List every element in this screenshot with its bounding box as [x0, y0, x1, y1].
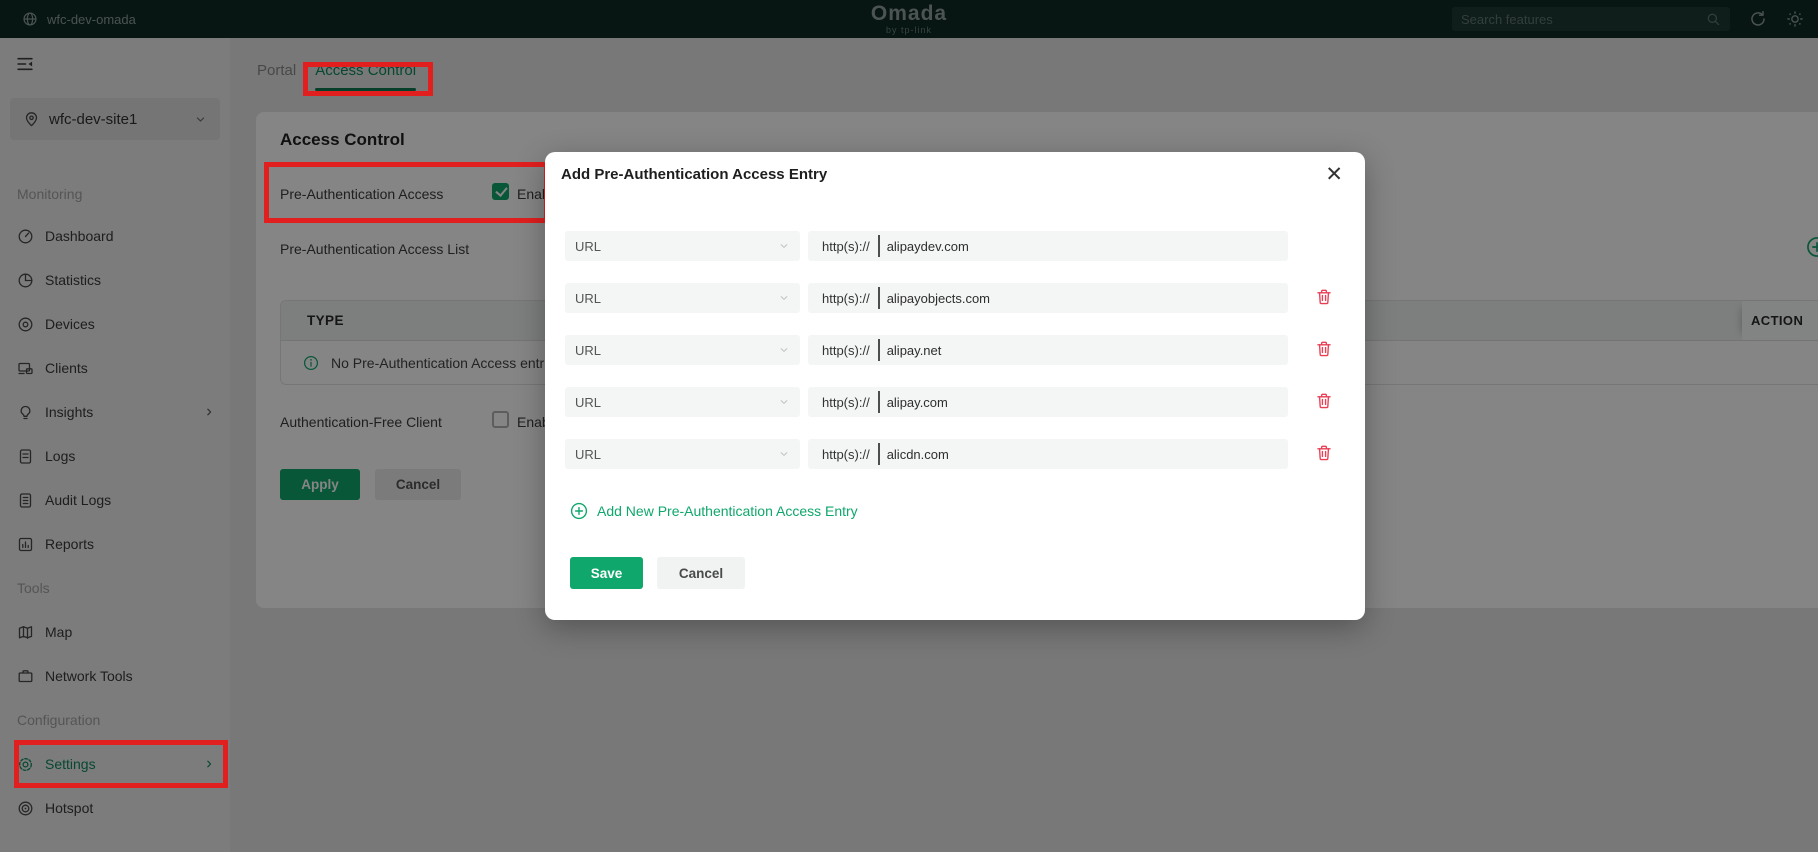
url-value: alipay.com — [886, 394, 948, 410]
entry-type-select[interactable]: URL — [565, 335, 800, 365]
chevron-down-icon — [778, 344, 790, 356]
plus-circle-icon — [570, 502, 588, 520]
chevron-down-icon — [778, 396, 790, 408]
entry-type-select[interactable]: URL — [565, 439, 800, 469]
entry-type-value: URL — [575, 446, 602, 462]
access-entry-row: URL http(s):// alipayobjects.com — [565, 283, 1345, 313]
url-prefix: http(s):// — [822, 446, 870, 462]
chevron-down-icon — [778, 448, 790, 460]
access-entry-row: URL http(s):// alipay.net — [565, 335, 1345, 365]
entry-url-input[interactable]: http(s):// alipay.com — [808, 387, 1288, 417]
save-button[interactable]: Save — [570, 557, 643, 589]
url-value: alicdn.com — [886, 446, 949, 462]
input-divider — [877, 443, 880, 465]
add-new-entry-label: Add New Pre-Authentication Access Entry — [597, 503, 858, 519]
trash-icon — [1315, 444, 1333, 462]
access-entry-row: URL http(s):// alipay.com — [565, 387, 1345, 417]
entry-type-select[interactable]: URL — [565, 231, 800, 261]
modal-title: Add Pre-Authentication Access Entry — [561, 166, 828, 183]
entry-url-input[interactable]: http(s):// alipayobjects.com — [808, 283, 1288, 313]
chevron-down-icon — [778, 240, 790, 252]
input-divider — [877, 391, 880, 413]
entry-type-value: URL — [575, 238, 602, 254]
delete-entry-button[interactable] — [1315, 444, 1333, 465]
input-divider — [877, 287, 880, 309]
trash-icon — [1315, 288, 1333, 306]
add-new-entry-link[interactable]: Add New Pre-Authentication Access Entry — [570, 502, 858, 520]
url-value: alipayobjects.com — [886, 290, 991, 306]
delete-entry-button[interactable] — [1315, 392, 1333, 413]
url-prefix: http(s):// — [822, 238, 870, 254]
entry-type-value: URL — [575, 342, 602, 358]
entry-url-input[interactable]: http(s):// alipaydev.com — [808, 231, 1288, 261]
entry-type-value: URL — [575, 394, 602, 410]
entry-type-select[interactable]: URL — [565, 283, 800, 313]
add-entry-modal: Add Pre-Authentication Access Entry ✕ UR… — [545, 152, 1365, 620]
input-divider — [877, 339, 880, 361]
trash-icon — [1315, 392, 1333, 410]
url-prefix: http(s):// — [822, 342, 870, 358]
delete-entry-button[interactable] — [1315, 340, 1333, 361]
close-icon[interactable]: ✕ — [1321, 160, 1347, 189]
chevron-down-icon — [778, 292, 790, 304]
url-prefix: http(s):// — [822, 394, 870, 410]
modal-cancel-button[interactable]: Cancel — [657, 557, 745, 589]
delete-entry-button[interactable] — [1315, 288, 1333, 309]
url-prefix: http(s):// — [822, 290, 870, 306]
access-entry-row: URL http(s):// alipaydev.com — [565, 231, 1345, 261]
entry-type-value: URL — [575, 290, 602, 306]
entry-url-input[interactable]: http(s):// alicdn.com — [808, 439, 1288, 469]
entry-type-select[interactable]: URL — [565, 387, 800, 417]
entry-rows: URL http(s):// alipaydev.com URL http(s):// a… — [565, 231, 1345, 491]
input-divider — [877, 235, 880, 257]
url-value: alipaydev.com — [886, 238, 969, 254]
trash-icon — [1315, 340, 1333, 358]
url-value: alipay.net — [886, 342, 942, 358]
access-entry-row: URL http(s):// alicdn.com — [565, 439, 1345, 469]
entry-url-input[interactable]: http(s):// alipay.net — [808, 335, 1288, 365]
